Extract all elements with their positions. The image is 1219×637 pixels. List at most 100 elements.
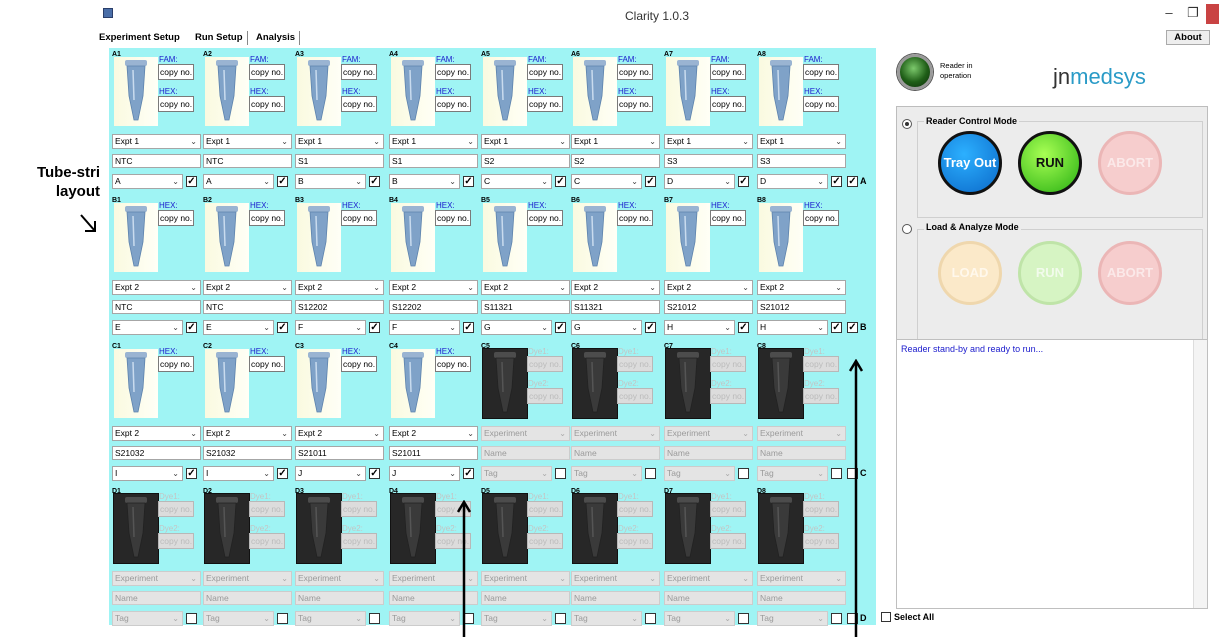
- experiment-select[interactable]: Expt 2 ⌄: [571, 280, 660, 295]
- sample-name-input[interactable]: Name: [481, 591, 570, 605]
- close-button[interactable]: ✕: [1206, 4, 1219, 24]
- sample-name-input[interactable]: Name: [481, 446, 570, 460]
- sample-name-input[interactable]: S3: [664, 154, 753, 168]
- sample-name-input[interactable]: Name: [757, 591, 846, 605]
- experiment-select[interactable]: Experiment ⌄: [112, 571, 201, 586]
- tag-select[interactable]: F ⌄: [389, 320, 460, 335]
- well-checkbox[interactable]: ✓: [463, 322, 474, 333]
- experiment-select[interactable]: Expt 2 ⌄: [295, 280, 384, 295]
- tag-select[interactable]: Tag ⌄: [664, 466, 735, 481]
- copy-number-input[interactable]: copy no.: [435, 64, 471, 80]
- tag-select[interactable]: Tag ⌄: [112, 611, 183, 626]
- copy-number-input[interactable]: copy no.: [527, 96, 563, 112]
- tag-select[interactable]: B ⌄: [389, 174, 460, 189]
- experiment-select[interactable]: Experiment ⌄: [571, 426, 660, 441]
- experiment-select[interactable]: Expt 2 ⌄: [112, 426, 201, 441]
- sample-name-input[interactable]: Name: [664, 591, 753, 605]
- abort-button[interactable]: ABORT: [1098, 131, 1162, 195]
- copy-number-input[interactable]: copy no.: [341, 64, 377, 80]
- well-checkbox[interactable]: ✓: [277, 468, 288, 479]
- reader-control-mode-radio[interactable]: [902, 119, 912, 129]
- copy-number-input[interactable]: copy no.: [710, 533, 746, 549]
- sample-name-input[interactable]: Name: [664, 446, 753, 460]
- sample-name-input[interactable]: S1: [295, 154, 384, 168]
- copy-number-input[interactable]: copy no.: [158, 96, 194, 112]
- copy-number-input[interactable]: copy no.: [527, 356, 563, 372]
- copy-number-input[interactable]: copy no.: [158, 64, 194, 80]
- copy-number-input[interactable]: copy no.: [158, 501, 194, 517]
- copy-number-input[interactable]: copy no.: [617, 64, 653, 80]
- tag-select[interactable]: H ⌄: [664, 320, 735, 335]
- tag-select[interactable]: C ⌄: [571, 174, 642, 189]
- experiment-select[interactable]: Expt 1 ⌄: [571, 134, 660, 149]
- experiment-select[interactable]: Expt 2 ⌄: [203, 426, 292, 441]
- experiment-select[interactable]: Experiment ⌄: [295, 571, 384, 586]
- well-checkbox[interactable]: [555, 468, 566, 479]
- tag-select[interactable]: Tag ⌄: [295, 611, 366, 626]
- experiment-select[interactable]: Expt 1 ⌄: [664, 134, 753, 149]
- copy-number-input[interactable]: copy no.: [617, 533, 653, 549]
- experiment-select[interactable]: Expt 1 ⌄: [389, 134, 478, 149]
- run-button-disabled[interactable]: RUN: [1018, 241, 1082, 305]
- sample-name-input[interactable]: Name: [295, 591, 384, 605]
- sample-name-input[interactable]: S3: [757, 154, 846, 168]
- experiment-select[interactable]: Expt 2 ⌄: [112, 280, 201, 295]
- tag-select[interactable]: Tag ⌄: [757, 611, 828, 626]
- copy-number-input[interactable]: copy no.: [803, 388, 839, 404]
- tag-select[interactable]: J ⌄: [389, 466, 460, 481]
- well-checkbox[interactable]: [831, 468, 842, 479]
- copy-number-input[interactable]: copy no.: [527, 210, 563, 226]
- experiment-select[interactable]: Expt 1 ⌄: [757, 134, 846, 149]
- experiment-select[interactable]: Expt 1 ⌄: [295, 134, 384, 149]
- copy-number-input[interactable]: copy no.: [617, 96, 653, 112]
- experiment-select[interactable]: Expt 1 ⌄: [203, 134, 292, 149]
- experiment-select[interactable]: Expt 1 ⌄: [112, 134, 201, 149]
- sample-name-input[interactable]: S12202: [295, 300, 384, 314]
- sample-name-input[interactable]: Name: [571, 446, 660, 460]
- tag-select[interactable]: Tag ⌄: [757, 466, 828, 481]
- sample-name-input[interactable]: Name: [112, 591, 201, 605]
- copy-number-input[interactable]: copy no.: [527, 501, 563, 517]
- abort-button-disabled[interactable]: ABORT: [1098, 241, 1162, 305]
- tag-select[interactable]: Tag ⌄: [571, 611, 642, 626]
- copy-number-input[interactable]: copy no.: [710, 210, 746, 226]
- copy-number-input[interactable]: copy no.: [341, 356, 377, 372]
- tag-select[interactable]: Tag ⌄: [389, 611, 460, 626]
- copy-number-input[interactable]: copy no.: [435, 210, 471, 226]
- copy-number-input[interactable]: copy no.: [341, 96, 377, 112]
- sample-name-input[interactable]: NTC: [112, 154, 201, 168]
- tag-select[interactable]: H ⌄: [757, 320, 828, 335]
- copy-number-input[interactable]: copy no.: [341, 533, 377, 549]
- copy-number-input[interactable]: copy no.: [249, 533, 285, 549]
- copy-number-input[interactable]: copy no.: [158, 210, 194, 226]
- sample-name-input[interactable]: S2: [481, 154, 570, 168]
- well-checkbox[interactable]: [645, 613, 656, 624]
- tag-select[interactable]: A ⌄: [203, 174, 274, 189]
- sample-name-input[interactable]: NTC: [203, 154, 292, 168]
- copy-number-input[interactable]: copy no.: [527, 533, 563, 549]
- about-button[interactable]: About: [1166, 30, 1210, 45]
- tab-run-setup[interactable]: Run Setup: [191, 31, 248, 45]
- copy-number-input[interactable]: copy no.: [710, 356, 746, 372]
- tag-select[interactable]: G ⌄: [481, 320, 552, 335]
- copy-number-input[interactable]: copy no.: [341, 501, 377, 517]
- copy-number-input[interactable]: copy no.: [249, 96, 285, 112]
- tag-select[interactable]: Tag ⌄: [481, 466, 552, 481]
- copy-number-input[interactable]: copy no.: [710, 96, 746, 112]
- sample-name-input[interactable]: S12202: [389, 300, 478, 314]
- experiment-select[interactable]: Expt 2 ⌄: [664, 280, 753, 295]
- select-all-checkbox[interactable]: [881, 612, 891, 622]
- well-checkbox[interactable]: [645, 468, 656, 479]
- copy-number-input[interactable]: copy no.: [803, 210, 839, 226]
- well-checkbox[interactable]: [738, 468, 749, 479]
- copy-number-input[interactable]: copy no.: [249, 501, 285, 517]
- copy-number-input[interactable]: copy no.: [803, 64, 839, 80]
- row-a-checkbox[interactable]: ✓: [847, 176, 858, 187]
- copy-number-input[interactable]: copy no.: [435, 96, 471, 112]
- well-checkbox[interactable]: ✓: [186, 322, 197, 333]
- copy-number-input[interactable]: copy no.: [158, 356, 194, 372]
- row-b-checkbox[interactable]: ✓: [847, 322, 858, 333]
- copy-number-input[interactable]: copy no.: [435, 356, 471, 372]
- tag-select[interactable]: J ⌄: [295, 466, 366, 481]
- sample-name-input[interactable]: S11321: [481, 300, 570, 314]
